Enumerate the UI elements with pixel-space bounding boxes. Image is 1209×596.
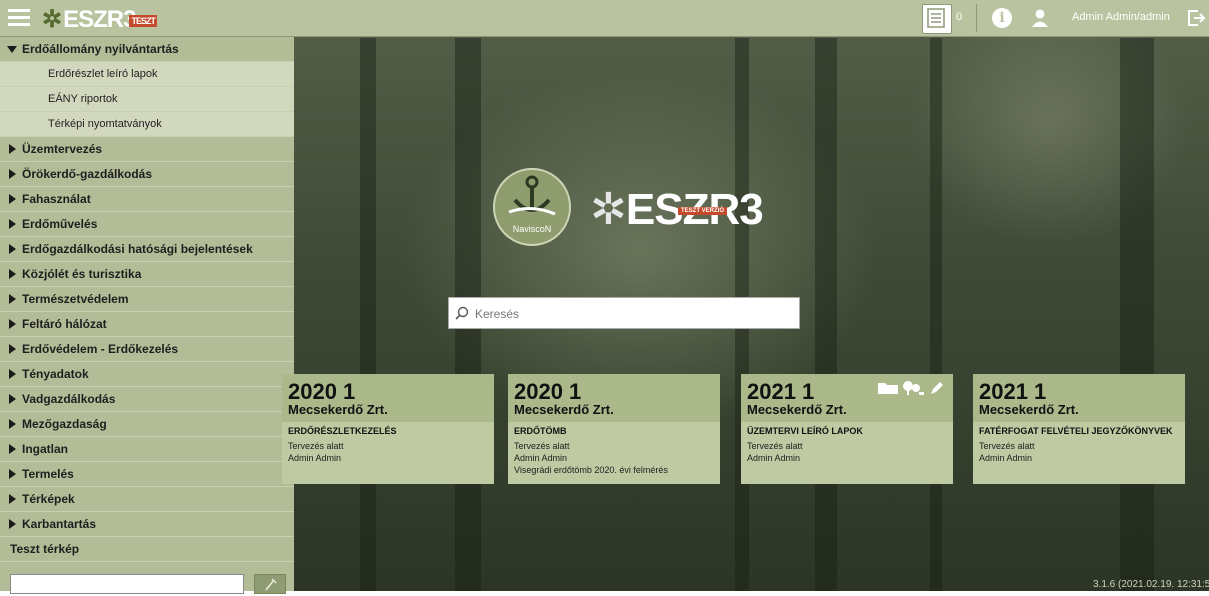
- user-icon[interactable]: [1030, 8, 1050, 28]
- sidebar-item[interactable]: Ingatlan: [0, 437, 294, 462]
- sidebar-item[interactable]: Karbantartás: [0, 512, 294, 537]
- sidebar-search-input[interactable]: [10, 574, 244, 594]
- naviscon-logo: NaviscoN: [493, 168, 571, 246]
- caret-right-icon: [9, 444, 16, 454]
- trees-icon[interactable]: [901, 380, 925, 396]
- sidebar-item[interactable]: Közjólét és turisztika: [0, 262, 294, 287]
- menu-icon[interactable]: [8, 9, 30, 27]
- tree-trunk: [930, 38, 942, 591]
- main-search: [448, 297, 800, 330]
- project-card[interactable]: 2021 1 Mecsekerdő Zrt. FATÉRFOGAT FELVÉT…: [973, 374, 1185, 484]
- sidebar-search-button[interactable]: [254, 574, 286, 594]
- sidebar-item[interactable]: Erdővédelem - Erdőkezelés: [0, 337, 294, 362]
- caret-right-icon: [9, 169, 16, 179]
- sidebar-item[interactable]: Erdőművelés: [0, 212, 294, 237]
- pencil-icon[interactable]: [929, 380, 945, 396]
- folder-open-icon[interactable]: [877, 380, 901, 396]
- sidebar-item[interactable]: Tényadatok: [0, 362, 294, 387]
- tree-trunk: [360, 38, 376, 591]
- caret-right-icon: [9, 319, 16, 329]
- eszr-brand: ✲ESZR3: [590, 185, 764, 234]
- project-card[interactable]: 2020 1 Mecsekerdő Zrt. ERDŐTÖMB Tervezés…: [508, 374, 720, 484]
- sidebar-item[interactable]: Üzemtervezés: [0, 137, 294, 162]
- caret-right-icon: [9, 419, 16, 429]
- divider: [976, 4, 977, 32]
- project-card[interactable]: 2020 1 Mecsekerdő Zrt. ERDŐRÉSZLETKEZELÉ…: [282, 374, 494, 484]
- caret-right-icon: [9, 369, 16, 379]
- sidebar-item[interactable]: Fahasználat: [0, 187, 294, 212]
- sidebar-subitem[interactable]: Erdőrészlet leíró lapok: [0, 62, 294, 87]
- sidebar-item[interactable]: Térképek: [0, 487, 294, 512]
- broom-icon: [265, 578, 277, 591]
- sidebar-item[interactable]: Feltáró hálózat: [0, 312, 294, 337]
- caret-right-icon: [9, 494, 16, 504]
- caret-right-icon: [9, 294, 16, 304]
- tree-trunk: [1120, 38, 1154, 591]
- sidebar-subitem[interactable]: Térképi nyomtatványok: [0, 112, 294, 137]
- sidebar-item[interactable]: Természetvédelem: [0, 287, 294, 312]
- logout-icon[interactable]: [1186, 8, 1206, 28]
- printer-icon: [927, 8, 945, 28]
- caret-right-icon: [9, 394, 16, 404]
- caret-right-icon: [9, 194, 16, 204]
- search-icon: [455, 306, 469, 320]
- card-tools: [877, 378, 947, 396]
- print-count: 0: [956, 11, 963, 23]
- sidebar: Erdőállomány nyilvántartás Erdőrészlet l…: [0, 37, 294, 594]
- caret-right-icon: [9, 219, 16, 229]
- search-input[interactable]: [473, 298, 797, 330]
- test-version-badge: TESZT VERZIÓ: [678, 207, 728, 215]
- user-name[interactable]: Admin Admin/admin: [1072, 11, 1170, 23]
- caret-right-icon: [9, 244, 16, 254]
- version-label: 3.1.6 (2021.02.19. 12:31:5: [1093, 579, 1209, 590]
- anchor-icon: [508, 175, 556, 216]
- caret-right-icon: [9, 344, 16, 354]
- sidebar-item[interactable]: Vadgazdálkodás: [0, 387, 294, 412]
- caret-down-icon: [7, 46, 17, 53]
- sidebar-item[interactable]: Termelés: [0, 462, 294, 487]
- caret-right-icon: [9, 469, 16, 479]
- sidebar-item-erdoallomany[interactable]: Erdőállomány nyilvántartás: [0, 37, 294, 62]
- app-logo[interactable]: ✲ESZR3TESZT: [42, 5, 157, 33]
- sidebar-subitem[interactable]: EÁNY riportok: [0, 87, 294, 112]
- caret-right-icon: [9, 519, 16, 529]
- caret-right-icon: [9, 144, 16, 154]
- top-bar: ✲ESZR3TESZT 0 i Admin Admin/admin: [0, 0, 1209, 37]
- sidebar-item[interactable]: Örökerdő-gazdálkodás: [0, 162, 294, 187]
- info-icon[interactable]: i: [992, 8, 1012, 28]
- sidebar-item[interactable]: Mezőgazdaság: [0, 412, 294, 437]
- sidebar-item[interactable]: Erdőgazdálkodási hatósági bejelentések: [0, 237, 294, 262]
- tree-trunk: [815, 38, 837, 591]
- print-queue-button[interactable]: [922, 4, 952, 34]
- caret-right-icon: [9, 269, 16, 279]
- sidebar-item-teszt-terkep[interactable]: Teszt térkép: [0, 537, 294, 562]
- project-card[interactable]: 2021 1 Mecsekerdő Zrt. ÜZEMTERVI LEÍRÓ L…: [741, 374, 953, 484]
